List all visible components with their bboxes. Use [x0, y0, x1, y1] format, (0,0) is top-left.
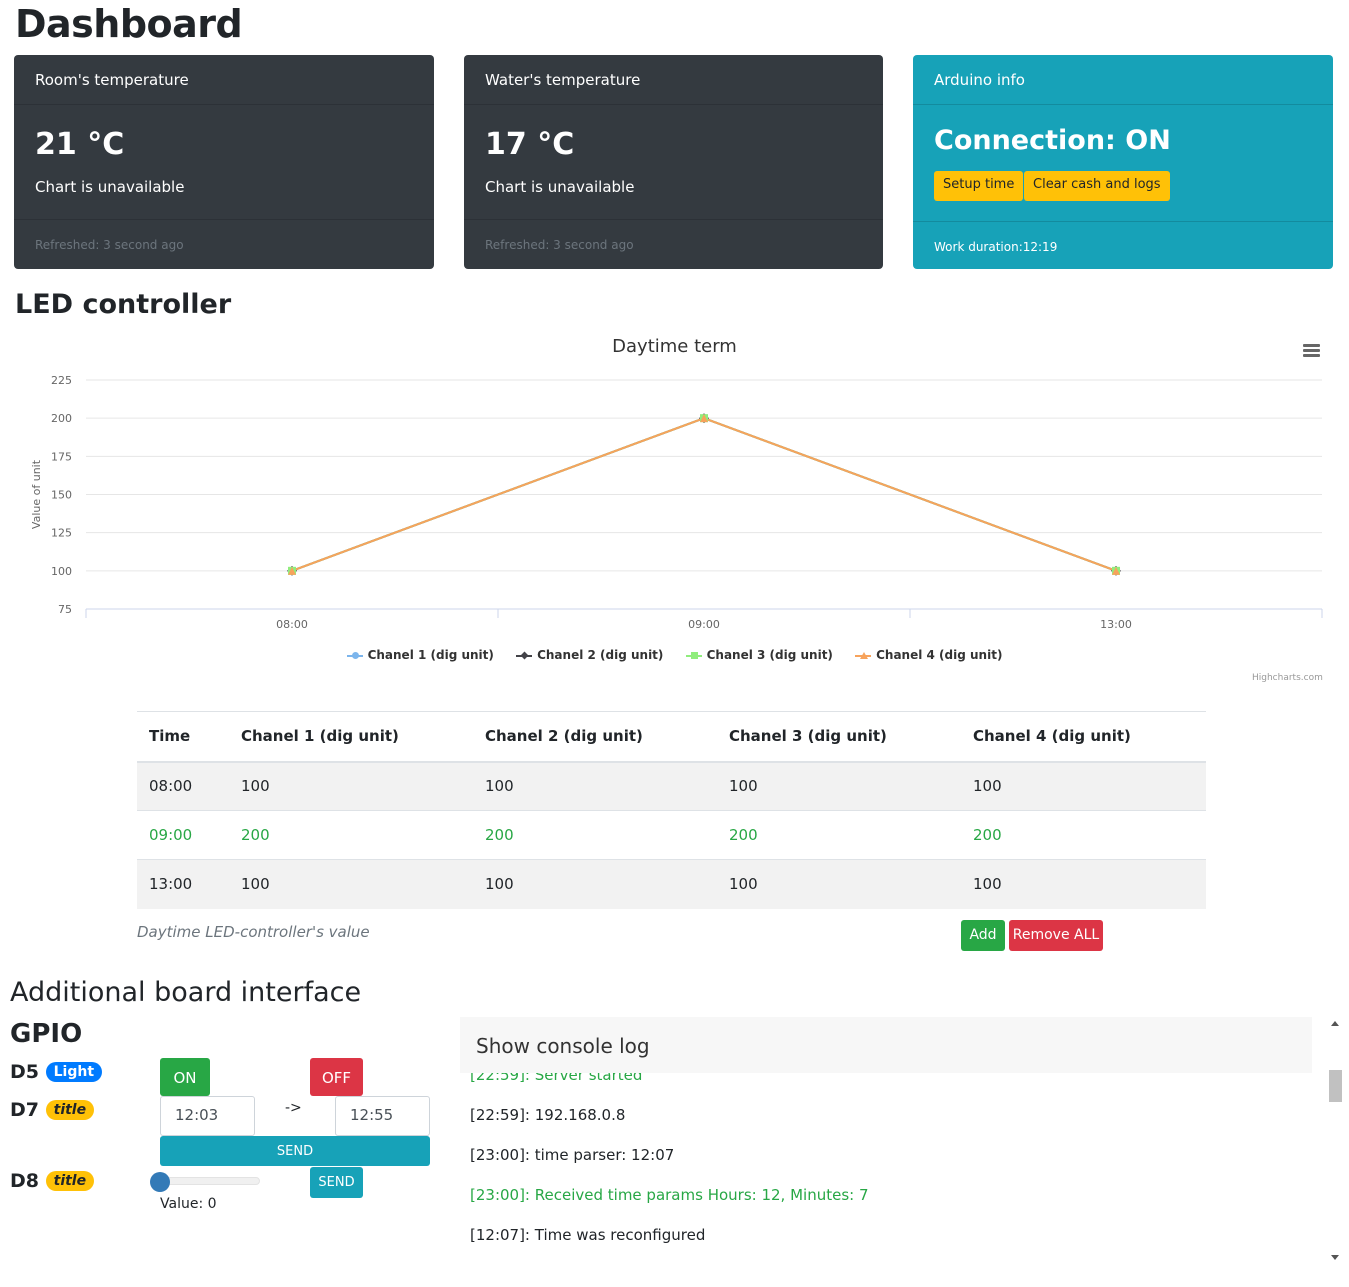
time-range-arrow: -> — [285, 1100, 302, 1116]
console-log-entry: [23:00]: time parser: 12:07 — [470, 1146, 675, 1164]
add-row-button[interactable]: Add — [961, 920, 1005, 951]
chart-legend: Chanel 1 (dig unit) Chanel 2 (dig unit) … — [0, 648, 1349, 662]
table-row[interactable]: 13:00 100 100 100 100 — [137, 859, 1206, 909]
gpio-heading: GPIO — [10, 1019, 83, 1049]
y-tick-label: 75 — [58, 603, 72, 616]
console-log-entry: [22:59]: 192.168.0.8 — [470, 1106, 626, 1124]
table-cell: 200 — [473, 810, 717, 860]
table-header-row: Time Chanel 1 (dig unit) Chanel 2 (dig u… — [137, 711, 1206, 763]
legend-item-chanel-4[interactable]: Chanel 4 (dig unit) — [855, 648, 1002, 662]
console-scrollbar[interactable] — [1327, 1017, 1345, 1267]
table-cell: 08:00 — [137, 761, 229, 811]
table-header: Chanel 2 (dig unit) — [473, 711, 717, 763]
setup-time-button[interactable]: Setup time — [934, 171, 1024, 201]
legend-item-chanel-1[interactable]: Chanel 1 (dig unit) — [346, 648, 494, 662]
x-tick-label: 13:00 — [1100, 618, 1132, 631]
table-cell: 13:00 — [137, 859, 229, 909]
show-console-log-toggle[interactable]: Show console log — [460, 1017, 1312, 1073]
room-refreshed-text: Refreshed: 3 second ago — [14, 219, 434, 269]
arduino-info-card-title: Arduino info — [913, 55, 1333, 105]
water-chart-status: Chart is unavailable — [485, 178, 635, 196]
table-cell: 200 — [717, 810, 961, 860]
table-cell: 100 — [717, 859, 961, 909]
y-axis-title: Value of unit — [30, 459, 43, 529]
x-tick-label: 09:00 — [688, 618, 720, 631]
legend-item-chanel-2[interactable]: Chanel 2 (dig unit) — [516, 648, 663, 662]
chart-credits[interactable]: Highcharts.com — [1252, 673, 1323, 683]
y-tick-label: 175 — [51, 450, 72, 463]
pin-d7-badge: title — [45, 1100, 95, 1120]
scroll-up-icon[interactable] — [1331, 1021, 1339, 1026]
d7-send-button[interactable]: SEND — [160, 1136, 430, 1166]
table-cell: 200 — [961, 810, 1206, 860]
table-row[interactable]: 09:00 200 200 200 200 — [137, 810, 1206, 860]
d7-end-time-input[interactable]: 12:55 — [335, 1096, 430, 1136]
table-header: Chanel 3 (dig unit) — [717, 711, 961, 763]
x-tick-label: 08:00 — [276, 618, 308, 631]
page-title: Dashboard — [15, 2, 243, 46]
table-cell: 100 — [229, 761, 473, 811]
table-cell: 100 — [473, 859, 717, 909]
y-tick-label: 100 — [51, 565, 72, 578]
table-cell: 100 — [229, 859, 473, 909]
table-cell: 100 — [717, 761, 961, 811]
led-controller-heading: LED controller — [15, 289, 232, 320]
table-cell: 200 — [229, 810, 473, 860]
water-temperature-card-title: Water's temperature — [464, 55, 883, 105]
legend-item-chanel-3[interactable]: Chanel 3 (dig unit) — [685, 648, 833, 662]
arduino-info-card: Arduino info Connection: ON Setup time C… — [913, 55, 1333, 269]
water-temperature-value: 17 °C — [485, 127, 575, 162]
pin-d7: D7 title — [10, 1099, 95, 1121]
y-tick-label: 150 — [51, 489, 72, 502]
room-temperature-card-title: Room's temperature — [14, 55, 434, 105]
d8-slider-handle[interactable] — [150, 1172, 170, 1192]
clear-cache-logs-button[interactable]: Clear cash and logs — [1024, 171, 1170, 201]
d8-value-slider[interactable] — [160, 1177, 260, 1185]
pin-d5: D5 Light — [10, 1061, 103, 1083]
y-tick-label: 125 — [51, 527, 72, 540]
room-temperature-value: 21 °C — [35, 127, 125, 162]
room-temperature-card: Room's temperature 21 °C Chart is unavai… — [14, 55, 434, 269]
room-chart-status: Chart is unavailable — [35, 178, 185, 196]
pin-d8: D8 title — [10, 1170, 95, 1192]
d5-on-button[interactable]: ON — [160, 1058, 210, 1096]
d8-send-button[interactable]: SEND — [310, 1167, 363, 1198]
work-duration-text: Work duration:12:19 — [913, 221, 1333, 269]
remove-all-button[interactable]: Remove ALL — [1009, 920, 1103, 951]
d8-value-text: Value: 0 — [160, 1196, 217, 1212]
y-tick-label: 225 — [51, 374, 72, 387]
scroll-down-icon[interactable] — [1331, 1255, 1339, 1260]
pin-d5-label: D5 — [10, 1061, 39, 1083]
table-header: Time — [137, 711, 229, 763]
table-cell: 09:00 — [137, 810, 229, 860]
y-tick-label: 200 — [51, 412, 72, 425]
chart-menu-icon[interactable] — [1303, 344, 1320, 357]
board-interface-heading: Additional board interface — [10, 977, 362, 1008]
table-caption: Daytime LED-controller's value — [137, 923, 370, 941]
table-header: Chanel 1 (dig unit) — [229, 711, 473, 763]
pin-d8-badge: title — [45, 1171, 95, 1191]
pin-d8-label: D8 — [10, 1170, 39, 1192]
table-cell: 100 — [961, 859, 1206, 909]
pin-d7-label: D7 — [10, 1099, 39, 1121]
console-log-entry: [12:07]: Time was reconfigured — [470, 1226, 706, 1244]
d5-off-button[interactable]: OFF — [310, 1058, 363, 1096]
console-log-entry: [23:00]: Received time params Hours: 12,… — [470, 1186, 869, 1204]
connection-status: Connection: ON — [934, 125, 1171, 156]
water-temperature-card: Water's temperature 17 °C Chart is unava… — [464, 55, 883, 269]
line-chart: 75 100 125 150 175 200 225 08:00 09:00 13:00 Value… — [30, 374, 1323, 631]
table-cell: 100 — [473, 761, 717, 811]
d7-start-time-input[interactable]: 12:03 — [160, 1096, 255, 1136]
table-header: Chanel 4 (dig unit) — [961, 711, 1206, 763]
pin-d5-badge: Light — [45, 1062, 103, 1082]
table-cell: 100 — [961, 761, 1206, 811]
console-log-panel: Show console log [22:59]: Server started… — [460, 1017, 1312, 1287]
led-values-table: Time Chanel 1 (dig unit) Chanel 2 (dig u… — [137, 711, 1206, 909]
scroll-thumb[interactable] — [1329, 1070, 1342, 1102]
chart-title: Daytime term — [612, 336, 737, 357]
water-refreshed-text: Refreshed: 3 second ago — [464, 219, 883, 269]
table-row[interactable]: 08:00 100 100 100 100 — [137, 761, 1206, 811]
